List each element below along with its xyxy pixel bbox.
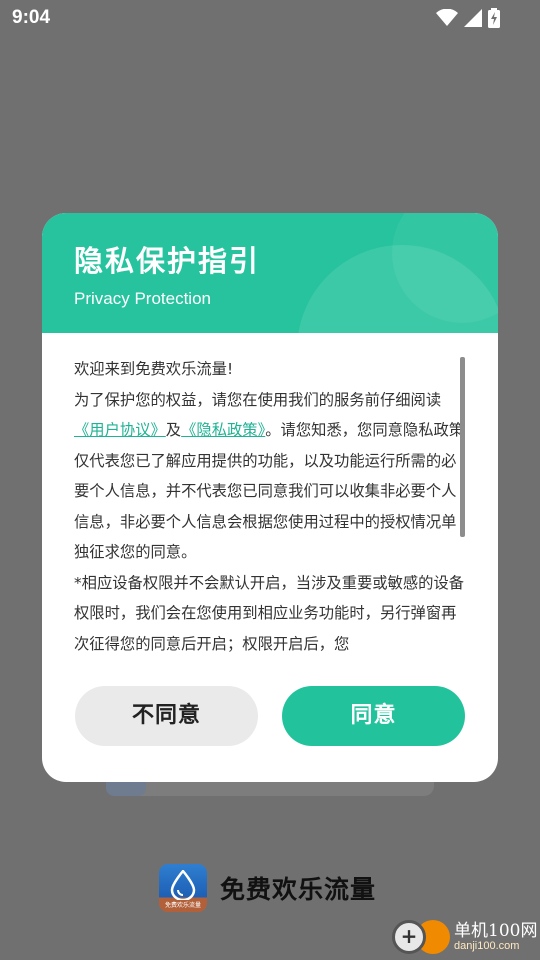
privacy-policy-link[interactable]: 《隐私政策》 [181, 421, 265, 439]
watermark: + 单机100网 danji100.com [392, 914, 540, 958]
watermark-title: 单机100网 [454, 921, 538, 941]
user-agreement-link[interactable]: 《用户协议》 [74, 421, 166, 439]
status-time: 9:04 [12, 7, 51, 28]
privacy-dialog: 隐私保护指引 Privacy Protection 欢迎来到免费欢乐流量! 为了… [42, 213, 498, 782]
body-permissions-paragraph: *相应设备权限并不会默认开启，当涉及重要或敏感的设备权限时，我们会在您使用到相应… [74, 573, 465, 653]
wifi-icon [436, 9, 458, 27]
water-drop-icon [170, 870, 196, 900]
battery-charging-icon [488, 8, 500, 28]
dialog-subtitle: Privacy Protection [74, 289, 211, 308]
dialog-header: 隐私保护指引 Privacy Protection [42, 213, 498, 333]
agree-button[interactable]: 同意 [282, 686, 465, 746]
watermark-subtitle: danji100.com [454, 940, 520, 952]
body-text: 。请您知悉，您同意隐私政策仅代表您已了解应用提供的功能，以及功能运行所需的必要个… [74, 421, 465, 561]
app-logo-text: 免费欢乐流量 [164, 902, 201, 909]
status-bar: 9:04 [0, 0, 540, 36]
app-logo: 免费欢乐流量 [159, 864, 207, 912]
disagree-button[interactable]: 不同意 [75, 686, 258, 746]
body-text: 为了保护您的权益，请您在使用我们的服务前仔细阅读 [74, 390, 442, 409]
body-text: 及 [165, 421, 182, 439]
app-name: 免费欢乐流量 [220, 875, 377, 904]
dialog-title: 隐私保护指引 [74, 244, 261, 278]
status-icons [436, 7, 500, 29]
scrollbar[interactable] [460, 357, 465, 537]
body-greeting: 欢迎来到免费欢乐流量! [74, 360, 234, 378]
dialog-body[interactable]: 欢迎来到免费欢乐流量! 为了保护您的权益，请您在使用我们的服务前仔细阅读《用户协… [74, 354, 466, 654]
watermark-plus-icon: + [392, 920, 426, 954]
body-paragraph: 为了保护您的权益，请您在使用我们的服务前仔细阅读《用户协议》及《隐私政策》。请您… [74, 385, 466, 568]
cellular-signal-icon [464, 9, 482, 27]
